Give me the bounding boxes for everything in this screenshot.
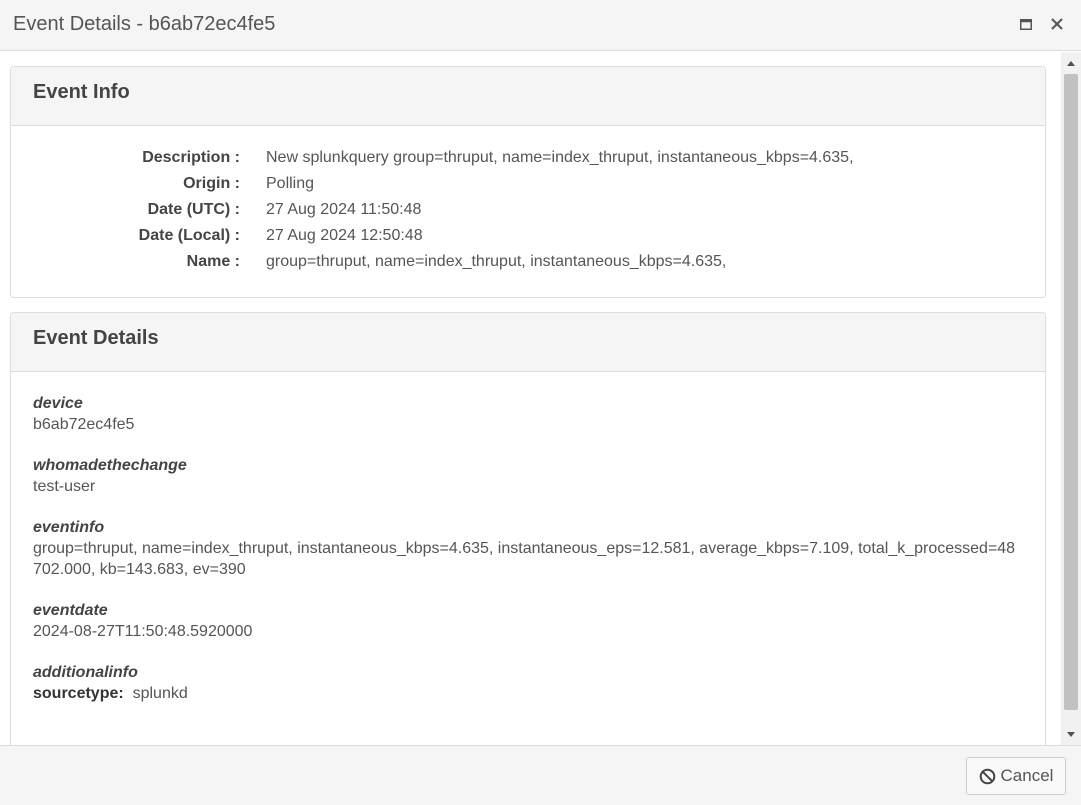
event-details-list: device b6ab72ec4fe5 whomadethechange tes… [33,393,1023,724]
info-value: Polling [266,175,315,192]
info-label: Description : [142,149,240,166]
sourcetype-value: splunkd [132,685,188,702]
dialog-title: Event Details - b6ab72ec4fe5 [13,13,276,35]
detail-item-eventinfo: eventinfo group=thruput, name=index_thru… [33,517,1023,580]
info-label: Date (Local) : [138,227,240,244]
detail-item-device: device b6ab72ec4fe5 [33,393,1023,435]
close-icon [1051,18,1063,30]
info-row-origin: Origin : Polling [11,175,1045,201]
event-info-panel: Event Info Description : New splunkquery… [10,66,1046,298]
event-info-header: Event Info [11,67,1045,126]
info-label: Origin : [183,175,240,192]
maximize-button[interactable] [1016,14,1036,34]
detail-value: sourcetype: splunkd [33,683,1023,704]
ban-icon [979,768,995,784]
event-info-rows: Description : New splunkquery group=thru… [11,149,1045,279]
scrollbar-thumb[interactable] [1064,74,1078,710]
scroll-down-arrow[interactable] [1061,725,1081,743]
detail-key: whomadethechange [33,457,187,474]
scroll-up-arrow[interactable] [1061,54,1081,72]
close-button[interactable] [1047,14,1067,34]
info-label: Date (UTC) : [147,201,240,218]
detail-value: 2024-08-27T11:50:48.5920000 [33,623,253,640]
dialog-content: Event Info Description : New splunkquery… [0,52,1081,745]
arrow-down-icon [1067,731,1075,737]
info-value: New splunkquery group=thruput, name=inde… [266,149,854,166]
info-row-name: Name : group=thruput, name=index_thruput… [11,253,1045,279]
info-label: Name : [186,253,240,270]
arrow-up-icon [1067,60,1075,66]
info-value: 27 Aug 2024 11:50:48 [266,201,422,218]
vertical-scrollbar[interactable] [1061,52,1081,745]
detail-item-additionalinfo: additionalinfo sourcetype: splunkd [33,662,1023,704]
event-details-panel: Event Details device b6ab72ec4fe5 whomad… [10,312,1046,745]
sourcetype-label: sourcetype: [33,685,124,702]
info-value: group=thruput, name=index_thruput, insta… [266,253,727,270]
event-details-dialog: Event Details - b6ab72ec4fe5 Event Info … [0,0,1081,805]
event-info-heading: Event Info [33,81,130,103]
detail-key: eventinfo [33,519,105,536]
maximize-icon [1020,18,1032,30]
detail-key: device [33,395,83,412]
cancel-button-label: Cancel [1000,766,1054,785]
detail-value: group=thruput, name=index_thruput, insta… [33,540,1016,578]
detail-value: b6ab72ec4fe5 [33,416,135,433]
event-details-heading: Event Details [33,327,159,349]
detail-value: test-user [33,478,96,495]
event-details-header: Event Details [11,313,1045,372]
detail-item-eventdate: eventdate 2024-08-27T11:50:48.5920000 [33,600,1023,642]
dialog-footer: Cancel [0,745,1081,805]
detail-item-whomadethechange: whomadethechange test-user [33,455,1023,497]
cancel-button[interactable]: Cancel [966,757,1066,795]
info-row-date-utc: Date (UTC) : 27 Aug 2024 11:50:48 [11,201,1045,227]
detail-key: eventdate [33,602,108,619]
info-value: 27 Aug 2024 12:50:48 [266,227,423,244]
info-row-date-local: Date (Local) : 27 Aug 2024 12:50:48 [11,227,1045,253]
detail-key: additionalinfo [33,664,138,681]
info-row-description: Description : New splunkquery group=thru… [11,149,1045,175]
dialog-titlebar[interactable]: Event Details - b6ab72ec4fe5 [0,0,1081,51]
